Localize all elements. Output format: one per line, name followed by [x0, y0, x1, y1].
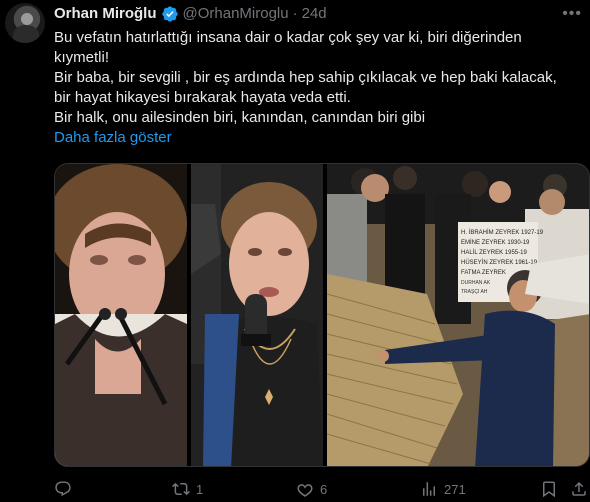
- share-icon: [572, 481, 586, 496]
- like-button[interactable]: 6: [296, 478, 327, 500]
- gravestone-line: DURHAN AK: [461, 280, 491, 286]
- tweet-text-line: kıymetli!: [54, 49, 110, 66]
- retweet-button[interactable]: 1: [172, 478, 203, 500]
- tweet-text-line: Bir baba, bir sevgili , bir eş ardında h…: [54, 69, 557, 86]
- gravestone-line: TRAŞÇI AH: [461, 289, 488, 295]
- author-handle[interactable]: @OrhanMiroglu: [183, 4, 289, 24]
- heart-icon: [297, 484, 313, 497]
- more-options-icon[interactable]: •••: [562, 4, 582, 24]
- tweet-time[interactable]: 24d: [302, 4, 327, 24]
- photo-left[interactable]: [55, 164, 187, 467]
- reply-icon: [55, 481, 71, 497]
- reply-button[interactable]: [54, 478, 78, 500]
- share-button[interactable]: [570, 478, 588, 500]
- retweet-count: 1: [196, 481, 204, 497]
- verified-badge-icon: [161, 6, 178, 22]
- show-more-link[interactable]: Daha fazla göster: [54, 128, 574, 148]
- bookmark-button[interactable]: [540, 478, 558, 500]
- views-count: 271: [444, 481, 466, 497]
- like-count: 6: [320, 481, 328, 497]
- avatar[interactable]: [5, 3, 45, 43]
- gravestone-line: H. İBRAHİM ZEYREK 1927-19: [461, 229, 544, 236]
- retweet-icon: [172, 482, 190, 496]
- views-icon: [423, 482, 435, 496]
- bookmark-icon: [543, 481, 555, 498]
- author-name[interactable]: Orhan Miroğlu: [54, 4, 157, 24]
- tweet-text: Bu vefatın hatırlattığı insana dair o ka…: [54, 28, 574, 148]
- media-collage: H. İBRAHİM ZEYREK 1927-19 EMİNE ZEYREK 1…: [55, 164, 590, 467]
- tweet-text-line: Bir halk, onu ailesinden biri, kanından,…: [54, 109, 426, 126]
- photo-middle[interactable]: [191, 164, 323, 467]
- gravestone-line: HÜSEYİN ZEYREK 1961-19: [461, 259, 538, 266]
- separator-dot: ·: [292, 5, 298, 22]
- tweet-media[interactable]: H. İBRAHİM ZEYREK 1927-19 EMİNE ZEYREK 1…: [54, 163, 590, 467]
- tweet-header: Orhan Miroğlu @OrhanMiroglu · 24d: [54, 4, 327, 24]
- gravestone-line: FATMA ZEYREK: [461, 270, 506, 276]
- tweet-text-line: bir hayat hikayesi bırakarak hayata veda…: [54, 89, 351, 106]
- gravestone-line: HALİL ZEYREK 1955-19: [461, 249, 527, 256]
- tweet-actions: 1 6 271: [54, 478, 586, 500]
- tweet-text-line: Bu vefatın hatırlattığı insana dair o ka…: [54, 29, 522, 46]
- photo-right[interactable]: H. İBRAHİM ZEYREK 1927-19 EMİNE ZEYREK 1…: [326, 164, 590, 467]
- views-button[interactable]: 271: [420, 478, 466, 500]
- gravestone-line: EMİNE ZEYREK 1930-19: [461, 239, 530, 246]
- tweet[interactable]: Orhan Miroğlu @OrhanMiroglu · 24d ••• Bu…: [0, 0, 590, 502]
